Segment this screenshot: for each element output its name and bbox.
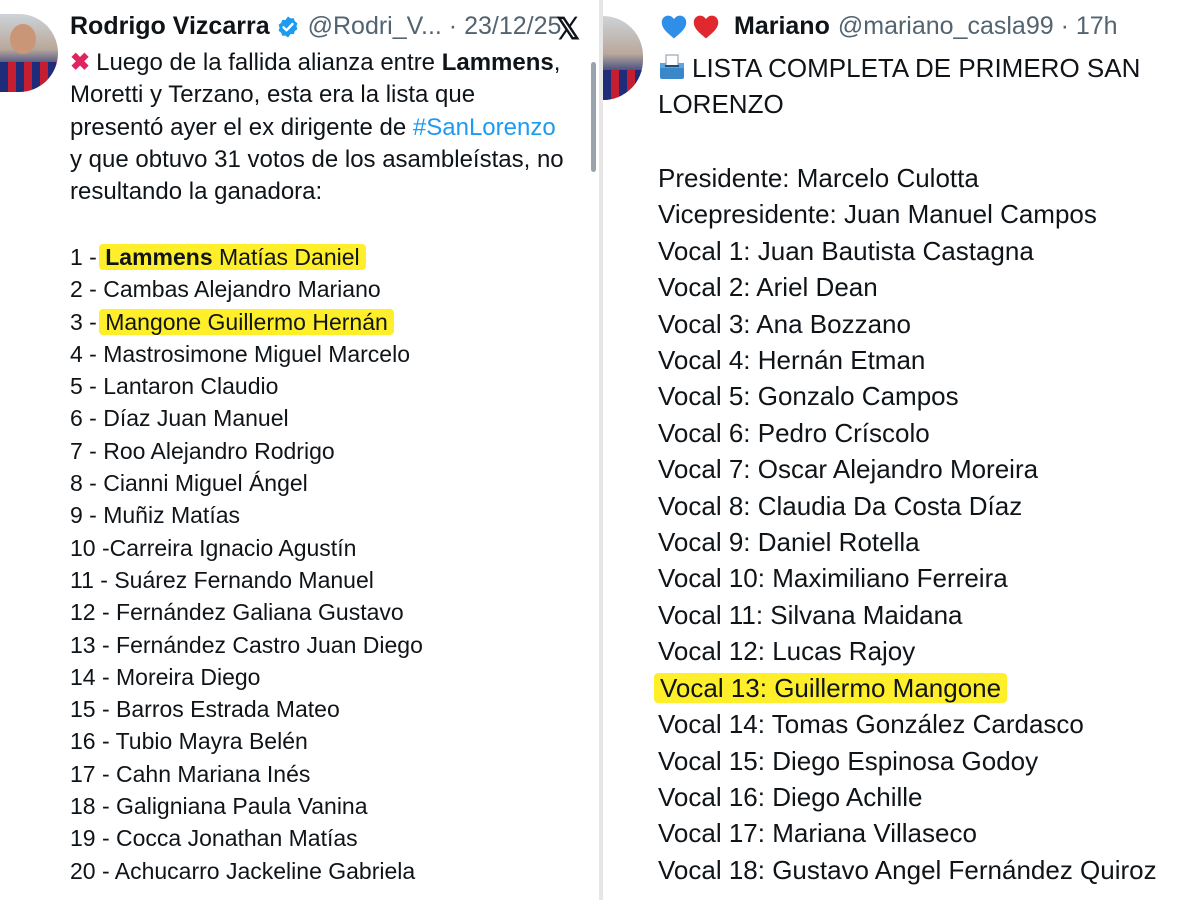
list-item: Vocal 17: Mariana Villaseco: [658, 818, 977, 849]
list-item: 10 -Carreira Ignacio Agustín: [70, 534, 357, 561]
list-item: Vocal 7: Oscar Alejandro Moreira: [658, 454, 1039, 485]
intro-text: presentó ayer el ex dirigente de: [70, 113, 413, 141]
scrollbar[interactable]: [591, 62, 596, 172]
candidate-list: 1 - Lammens Matías Daniel 2 - Cambas Ale…: [70, 241, 423, 887]
highlighted-name: Vocal 13: Guillermo Mangone: [654, 672, 1008, 703]
intro-line-1: ✖ Luego de la fallida alianza entre Lamme…: [70, 47, 564, 79]
intro-text: Luego de la fallida alianza entre: [96, 49, 442, 76]
bold-name: Lammens: [105, 244, 213, 270]
list-item: Presidente: Marcelo Culotta: [658, 163, 979, 193]
verified-badge-icon: [278, 16, 298, 37]
tweet-title: LISTA COMPLETA DE PRIMERO SAN LORENZO: [658, 50, 1140, 122]
list-item: 4 - Mastrosimone Miguel Marcelo: [70, 340, 411, 367]
list-item: 5 - Lantaron Claudio: [70, 373, 279, 400]
list-item: Vocal 11: Silvana Maidana: [658, 599, 963, 630]
list-item: Vocal 5: Gonzalo Campos: [658, 381, 959, 412]
avatar[interactable]: [0, 14, 58, 92]
list-item: 17 - Cahn Mariana Inés: [70, 760, 311, 787]
list-item: Vocal 10: Maximiliano Ferreira: [658, 563, 1008, 594]
list-item: Vicepresidente: Juan Manuel Campos: [658, 199, 1097, 230]
list-item: 8 - Cianni Miguel Ángel: [70, 470, 308, 497]
list-item: 7 - Roo Alejandro Rodrigo: [70, 437, 335, 464]
red-heart-icon: [693, 15, 719, 38]
list-item: 9 - Muñiz Matías: [70, 502, 240, 529]
ballot-box-icon: [660, 54, 684, 79]
list-item: 6 - Díaz Juan Manuel: [70, 405, 289, 432]
list-item: Vocal 9: Daniel Rotella: [658, 527, 920, 558]
list-item: 11 - Suárez Fernando Manuel: [70, 566, 374, 593]
name-emojis: [660, 13, 724, 41]
list-text: Matías Daniel: [212, 244, 360, 270]
list-item: 14 - Moreira Diego: [70, 663, 261, 690]
tweet-header: Mariano @mariano_casla99 · 17h: [660, 12, 1118, 41]
title-line-2: LORENZO: [658, 89, 784, 119]
intro-line-2: Moretti y Terzano, esta era la lista que: [70, 81, 476, 109]
blue-heart-icon: [661, 15, 687, 38]
highlighted-name: Mangone Guillermo Hernán: [99, 308, 394, 335]
list-item: Vocal 12: Lucas Rajoy: [658, 636, 916, 667]
list-item: Vocal 1: Juan Bautista Castagna: [658, 235, 1034, 266]
list-item: 15 - Barros Estrada Mateo: [70, 696, 340, 723]
official-list: Presidente: Marcelo Culotta Vicepresiden…: [654, 160, 1157, 888]
author-name[interactable]: Rodrigo Vizcarra: [70, 12, 270, 41]
list-item: 20 - Achucarro Jackeline Gabriela: [70, 857, 416, 884]
x-logo-icon[interactable]: 𝕏: [556, 12, 580, 47]
list-item: Vocal 2: Ariel Dean: [658, 272, 878, 303]
list-item: Vocal 16: Diego Achille: [658, 781, 923, 812]
list-item: Vocal 3: Ana Bozzano: [658, 308, 911, 339]
intro-line-3: presentó ayer el ex dirigente de #SanLor…: [70, 112, 564, 144]
author-handle-time[interactable]: @mariano_casla99 · 17h: [838, 12, 1118, 41]
list-item: Vocal 6: Pedro Críscolo: [658, 417, 930, 448]
intro-line-4: y que obtuvo 31 votos de los asambleísta…: [70, 145, 564, 173]
list-item: 12 - Fernández Galiana Gustavo: [70, 599, 404, 626]
list-item: 13 - Fernández Castro Juan Diego: [70, 631, 423, 658]
list-item: Vocal 14: Tomas González Cardasco: [658, 709, 1084, 740]
list-item: 1 - Lammens Matías Daniel: [70, 241, 423, 273]
title-text: LISTA COMPLETA DE PRIMERO SAN: [692, 53, 1141, 83]
tweet-text: ✖ Luego de la fallida alianza entre Lamme…: [70, 47, 564, 208]
title-line-1: LISTA COMPLETA DE PRIMERO SAN: [658, 50, 1140, 86]
list-item: Vocal 8: Claudia Da Costa Díaz: [658, 490, 1023, 521]
cross-mark-icon: ✖: [70, 49, 91, 76]
avatar[interactable]: [603, 16, 643, 100]
intro-bold-name: Lammens: [441, 49, 554, 76]
hashtag-link[interactable]: #SanLorenzo: [413, 114, 556, 141]
highlighted-name: Lammens Matías Daniel: [99, 244, 366, 270]
author-handle-date[interactable]: @Rodri_V... · 23/12/25: [308, 12, 562, 41]
list-item: 19 - Cocca Jonathan Matías: [70, 825, 358, 852]
list-item: 16 - Tubio Mayra Belén: [70, 728, 308, 755]
list-item: Vocal 4: Hernán Etman: [658, 345, 926, 376]
list-item: 18 - Galigniana Paula Vanina: [70, 793, 368, 820]
intro-text: ,: [553, 49, 561, 76]
list-item: 2 - Cambas Alejandro Mariano: [70, 276, 381, 303]
tweet-header: Rodrigo Vizcarra @Rodri_V... · 23/12/25: [70, 12, 561, 41]
left-tweet: Rodrigo Vizcarra @Rodri_V... · 23/12/25 …: [0, 0, 600, 900]
list-item: Vocal 18: Gustavo Angel Fernández Quiroz: [658, 854, 1157, 885]
list-item: Vocal 15: Diego Espinosa Godoy: [658, 745, 1039, 776]
list-item: Vocal 13: Guillermo Mangone: [654, 670, 1157, 706]
list-item: 3 - Mangone Guillermo Hernán: [70, 306, 423, 338]
intro-line-5: resultando la ganadora:: [70, 178, 323, 206]
author-name[interactable]: Mariano: [734, 12, 830, 41]
